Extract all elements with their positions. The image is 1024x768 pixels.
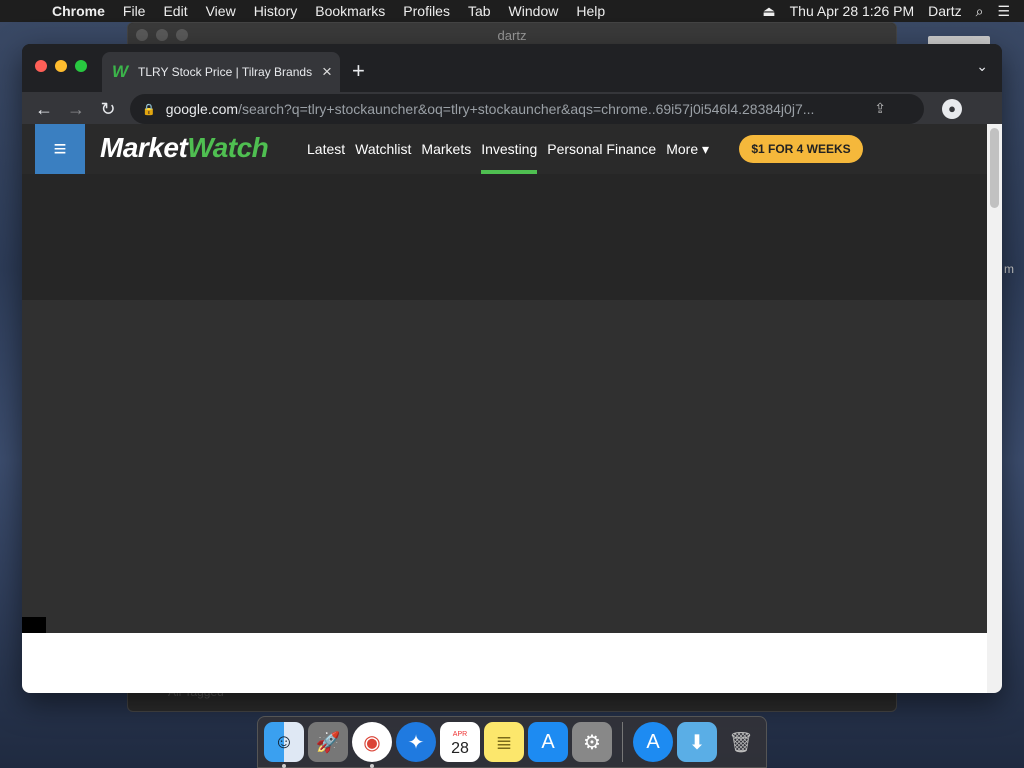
nav-personal-finance[interactable]: Personal Finance — [547, 124, 656, 174]
tab-title: TLRY Stock Price | Tilray Brands — [138, 65, 313, 79]
zoom-window-button[interactable] — [75, 60, 87, 72]
nav-investing[interactable]: Investing — [481, 124, 538, 174]
site-header: ≡ MarketWatch Latest Watchlist Markets I… — [22, 124, 987, 174]
close-window-button[interactable] — [35, 60, 47, 72]
profile-avatar-icon[interactable]: ● — [942, 99, 962, 119]
web-page: ≡ MarketWatch Latest Watchlist Markets I… — [22, 124, 987, 693]
downloads-folder-icon[interactable]: ⬇ — [677, 722, 717, 762]
menubar-user[interactable]: Dartz — [928, 3, 961, 19]
calendar-icon[interactable]: APR 28 — [440, 722, 480, 762]
spotlight-search-icon[interactable]: ⌕ — [976, 3, 984, 20]
safari-icon[interactable]: ✦ — [396, 722, 436, 762]
nav-more[interactable]: More ▾ — [666, 124, 709, 174]
dock-separator — [622, 722, 623, 762]
calendar-day: 28 — [451, 740, 469, 757]
menu-bar: Chrome File Edit View History Bookmarks … — [0, 0, 1024, 22]
ad-banner-area — [22, 174, 987, 300]
new-tab-icon[interactable]: + — [352, 58, 365, 84]
menu-help[interactable]: Help — [576, 3, 605, 19]
app-store-downloads-icon[interactable]: A — [633, 722, 673, 762]
menu-window[interactable]: Window — [509, 3, 559, 19]
tab-strip: W TLRY Stock Price | Tilray Brands × + ⌄ — [22, 44, 1002, 92]
logo-market: Market — [100, 132, 188, 163]
system-preferences-gear-icon[interactable]: ⚙ — [572, 722, 612, 762]
marketwatch-favicon-icon: W — [112, 62, 129, 81]
nav-watchlist[interactable]: Watchlist — [355, 124, 411, 174]
dock: ☺ 🚀 ◉ ✦ APR 28 ≣ A ⚙ A ⬇ 🗑 — [257, 716, 767, 768]
menu-tab[interactable]: Tab — [468, 3, 491, 19]
lock-icon[interactable]: 🔒 — [142, 103, 156, 116]
scrollbar-thumb[interactable] — [990, 128, 999, 208]
menu-app-name[interactable]: Chrome — [52, 3, 105, 19]
desktop-edge-text: m — [1004, 262, 1014, 276]
nav-markets[interactable]: Markets — [421, 124, 471, 174]
content-placeholder — [22, 617, 46, 633]
forward-arrow-icon[interactable]: → — [60, 99, 92, 120]
bg-close-dot[interactable] — [136, 29, 148, 41]
bg-zoom-dot[interactable] — [176, 29, 188, 41]
control-center-icon[interactable]: ☰ — [997, 3, 1010, 20]
menu-view[interactable]: View — [206, 3, 236, 19]
back-arrow-icon[interactable]: ← — [28, 99, 60, 120]
tab-search-chevron-icon[interactable]: ⌄ — [976, 58, 988, 75]
menu-file[interactable]: File — [123, 3, 146, 19]
chrome-window: W TLRY Stock Price | Tilray Brands × + ⌄… — [22, 44, 1002, 693]
marketwatch-logo[interactable]: MarketWatch — [100, 132, 269, 164]
trash-icon[interactable]: 🗑 — [721, 722, 761, 762]
menu-history[interactable]: History — [254, 3, 298, 19]
launchpad-icon[interactable]: 🚀 — [308, 722, 348, 762]
page-content — [22, 300, 987, 633]
subscribe-button[interactable]: $1 FOR 4 WEEKS — [739, 135, 863, 163]
page-scrollbar[interactable] — [987, 124, 1002, 693]
share-icon[interactable]: ⇪ — [874, 100, 886, 117]
notes-icon[interactable]: ≣ — [484, 722, 524, 762]
finder-icon[interactable]: ☺ — [264, 722, 304, 768]
browser-tab[interactable]: W TLRY Stock Price | Tilray Brands × — [102, 52, 340, 92]
background-window-title: dartz — [497, 27, 527, 43]
nav-latest[interactable]: Latest — [307, 124, 345, 174]
menubar-datetime[interactable]: Thu Apr 28 1:26 PM — [790, 3, 915, 19]
hamburger-menu-icon[interactable]: ≡ — [35, 124, 85, 174]
url-host: google.com — [165, 101, 239, 117]
logo-watch: Watch — [187, 132, 269, 163]
menu-edit[interactable]: Edit — [163, 3, 187, 19]
minimize-window-button[interactable] — [55, 60, 67, 72]
close-tab-icon[interactable]: × — [322, 62, 332, 82]
site-nav: Latest Watchlist Markets Investing Perso… — [307, 124, 719, 174]
menu-bookmarks[interactable]: Bookmarks — [315, 3, 385, 19]
chrome-icon[interactable]: ◉ — [352, 722, 392, 768]
app-store-icon[interactable]: A — [528, 722, 568, 762]
menu-profiles[interactable]: Profiles — [403, 3, 450, 19]
address-bar[interactable]: 🔒 google.com/search?q=tlry+stockauncher&… — [130, 94, 924, 124]
browser-toolbar: ← → ↻ 🔒 google.com/search?q=tlry+stockau… — [22, 92, 1002, 126]
bg-minimize-dot[interactable] — [156, 29, 168, 41]
url-path: /search?q=tlry+stockauncher&oq=tlry+stoc… — [238, 101, 815, 117]
eject-icon[interactable]: ⏏ — [762, 3, 775, 20]
page-bottom-area — [22, 633, 987, 693]
reload-icon[interactable]: ↻ — [92, 99, 124, 120]
